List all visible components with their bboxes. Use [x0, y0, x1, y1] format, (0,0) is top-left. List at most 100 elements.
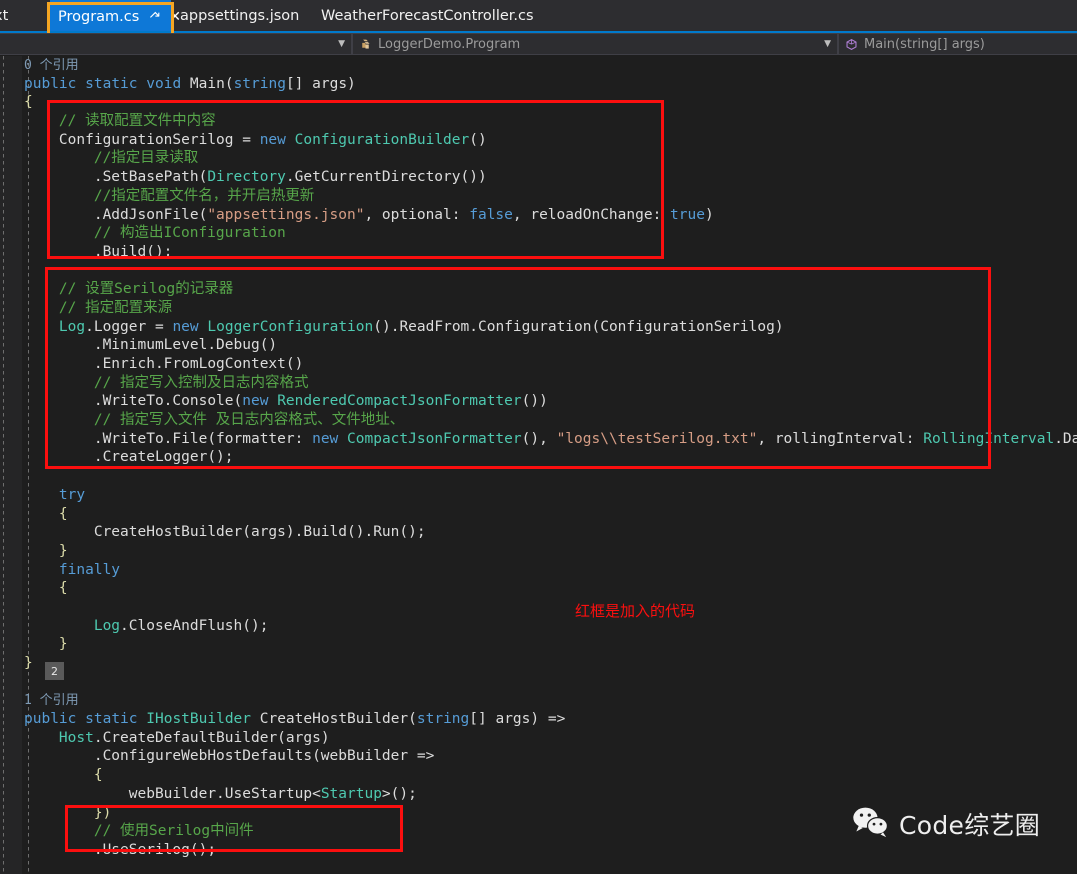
- code-token: RenderedCompactJsonFormatter: [277, 393, 522, 410]
- code-line[interactable]: // 读取配置文件中内容: [0, 112, 1077, 131]
- code-line[interactable]: {: [0, 766, 1077, 785]
- code-token: new: [242, 393, 269, 410]
- code-token: "appsettings.json": [207, 206, 365, 223]
- code-token: , rollingInterval:: [757, 430, 924, 447]
- code-line[interactable]: public static IHostBuilder CreateHostBui…: [0, 710, 1077, 729]
- code-token: // 指定写入文件 及日志内容格式、文件地址、: [93, 412, 405, 429]
- code-token: CreateHostBuilder(args).Build().Run();: [24, 524, 426, 541]
- code-line[interactable]: }: [0, 635, 1077, 654]
- code-token: {: [24, 767, 103, 784]
- code-line[interactable]: }: [0, 654, 1077, 673]
- code-line[interactable]: .Enrich.FromLogContext(): [0, 355, 1077, 374]
- tab-clipped[interactable]: xt: [0, 0, 26, 31]
- code-line[interactable]: // 指定写入控制及日志内容格式: [0, 374, 1077, 393]
- code-line[interactable]: [0, 673, 1077, 692]
- code-token: }: [24, 636, 68, 653]
- code-token: }: [24, 542, 68, 559]
- code-line[interactable]: .Build();: [0, 243, 1077, 262]
- code-line[interactable]: //指定目录读取: [0, 149, 1077, 168]
- code-token: // 构造出IConfiguration: [93, 225, 286, 242]
- annotation-note: 红框是加入的代码: [575, 602, 696, 620]
- code-token: string: [233, 75, 286, 92]
- code-line[interactable]: {: [0, 93, 1077, 112]
- tab-label: Program.cs: [58, 8, 140, 25]
- code-line[interactable]: 1 个引用: [0, 691, 1077, 710]
- tab-weatherforecastcontroller-cs[interactable]: WeatherForecastController.cs: [313, 0, 552, 31]
- code-token: //指定目录读取: [93, 150, 199, 167]
- code-line[interactable]: [0, 467, 1077, 486]
- code-line[interactable]: webBuilder.UseStartup<Startup>();: [0, 785, 1077, 804]
- code-token: // 指定写入控制及日志内容格式: [93, 374, 309, 391]
- tab-program-cs[interactable]: Program.cs ↱ ✕: [50, 0, 181, 31]
- code-line[interactable]: ConfigurationSerilog = new Configuration…: [0, 131, 1077, 150]
- navbar-type-dropdown[interactable]: LoggerDemo.Program ▼: [352, 33, 838, 55]
- code-line[interactable]: .ConfigureWebHostDefaults(webBuilder =>: [0, 747, 1077, 766]
- code-line[interactable]: .WriteTo.Console(new RenderedCompactJson…: [0, 392, 1077, 411]
- navbar-type-name: LoggerDemo.Program: [378, 36, 521, 52]
- code-line[interactable]: {: [0, 579, 1077, 598]
- code-line[interactable]: .AddJsonFile("appsettings.json", optiona…: [0, 206, 1077, 225]
- code-token: // 读取配置文件中内容: [58, 113, 216, 130]
- code-line[interactable]: CreateHostBuilder(args).Build().Run();: [0, 523, 1077, 542]
- watermark-text: Code综艺圈: [899, 811, 1041, 840]
- code-line[interactable]: finally: [0, 561, 1077, 580]
- code-line[interactable]: // 设置Serilog的记录器: [0, 280, 1077, 299]
- code-line[interactable]: .SetBasePath(Directory.GetCurrentDirecto…: [0, 168, 1077, 187]
- code-token: .CreateLogger();: [24, 449, 234, 466]
- code-line[interactable]: //指定配置文件名，并开启热更新: [0, 187, 1077, 206]
- code-token: IHostBuilder: [146, 711, 252, 728]
- code-editor-text-area[interactable]: 0 个引用 public static void Main(string[] ar…: [0, 56, 1077, 874]
- code-line[interactable]: Log.CloseAndFlush();: [0, 617, 1077, 636]
- code-token: ConfigurationSerilog =: [24, 131, 260, 148]
- code-line[interactable]: .WriteTo.File(formatter: new CompactJson…: [0, 430, 1077, 449]
- code-token: .Enrich.FromLogContext(): [24, 356, 304, 372]
- code-token: new: [259, 131, 286, 148]
- code-token: [] args) =>: [469, 711, 566, 728]
- chevron-down-icon: ▼: [338, 39, 345, 49]
- navbar-project-dropdown[interactable]: ▼: [0, 33, 352, 55]
- code-line[interactable]: 0 个引用: [0, 56, 1077, 75]
- code-token: RollingInterval: [923, 430, 1055, 447]
- code-token: new: [172, 318, 199, 335]
- code-token: (): [469, 131, 487, 148]
- tab-appsettings-json[interactable]: appsettings.json: [172, 0, 317, 31]
- code-line[interactable]: public static void Main(string[] args): [0, 75, 1077, 94]
- code-line[interactable]: // 构造出IConfiguration: [0, 224, 1077, 243]
- code-token: finally: [58, 561, 121, 578]
- code-line[interactable]: // 指定配置来源: [0, 299, 1077, 318]
- code-line[interactable]: .CreateLogger();: [0, 448, 1077, 467]
- code-token: (),: [521, 430, 557, 447]
- code-token: .SetBasePath(: [24, 169, 208, 186]
- code-line[interactable]: {: [0, 505, 1077, 524]
- wechat-icon: [852, 806, 890, 842]
- code-token: 1 个引用: [24, 693, 79, 709]
- code-token: //指定配置文件名，并开启热更新: [93, 187, 315, 204]
- code-token: // 使用Serilog中间件: [93, 823, 254, 840]
- code-token: {: [24, 94, 33, 111]
- code-line[interactable]: .MinimumLevel.Debug(): [0, 336, 1077, 355]
- code-token: .WriteTo.File(formatter:: [24, 430, 313, 447]
- code-line[interactable]: }: [0, 542, 1077, 561]
- class-icon: [359, 38, 372, 51]
- navbar-member-dropdown[interactable]: Main(string[] args): [838, 33, 1077, 55]
- code-token: .CreateDefaultBuilder(args): [93, 729, 330, 746]
- code-token: {: [24, 580, 68, 597]
- code-line[interactable]: // 指定写入文件 及日志内容格式、文件地址、: [0, 411, 1077, 430]
- code-line[interactable]: Log.Logger = new LoggerConfiguration().R…: [0, 318, 1077, 337]
- code-token: Host: [58, 729, 94, 746]
- code-line[interactable]: .UseSerilog();: [0, 841, 1077, 860]
- code-line[interactable]: try: [0, 486, 1077, 505]
- code-token: public: [24, 75, 77, 92]
- code-line[interactable]: [0, 262, 1077, 281]
- code-line[interactable]: [0, 598, 1077, 617]
- code-line[interactable]: Host.CreateDefaultBuilder(args): [0, 729, 1077, 748]
- code-token: ().ReadFrom.Configuration(ConfigurationS…: [373, 318, 784, 335]
